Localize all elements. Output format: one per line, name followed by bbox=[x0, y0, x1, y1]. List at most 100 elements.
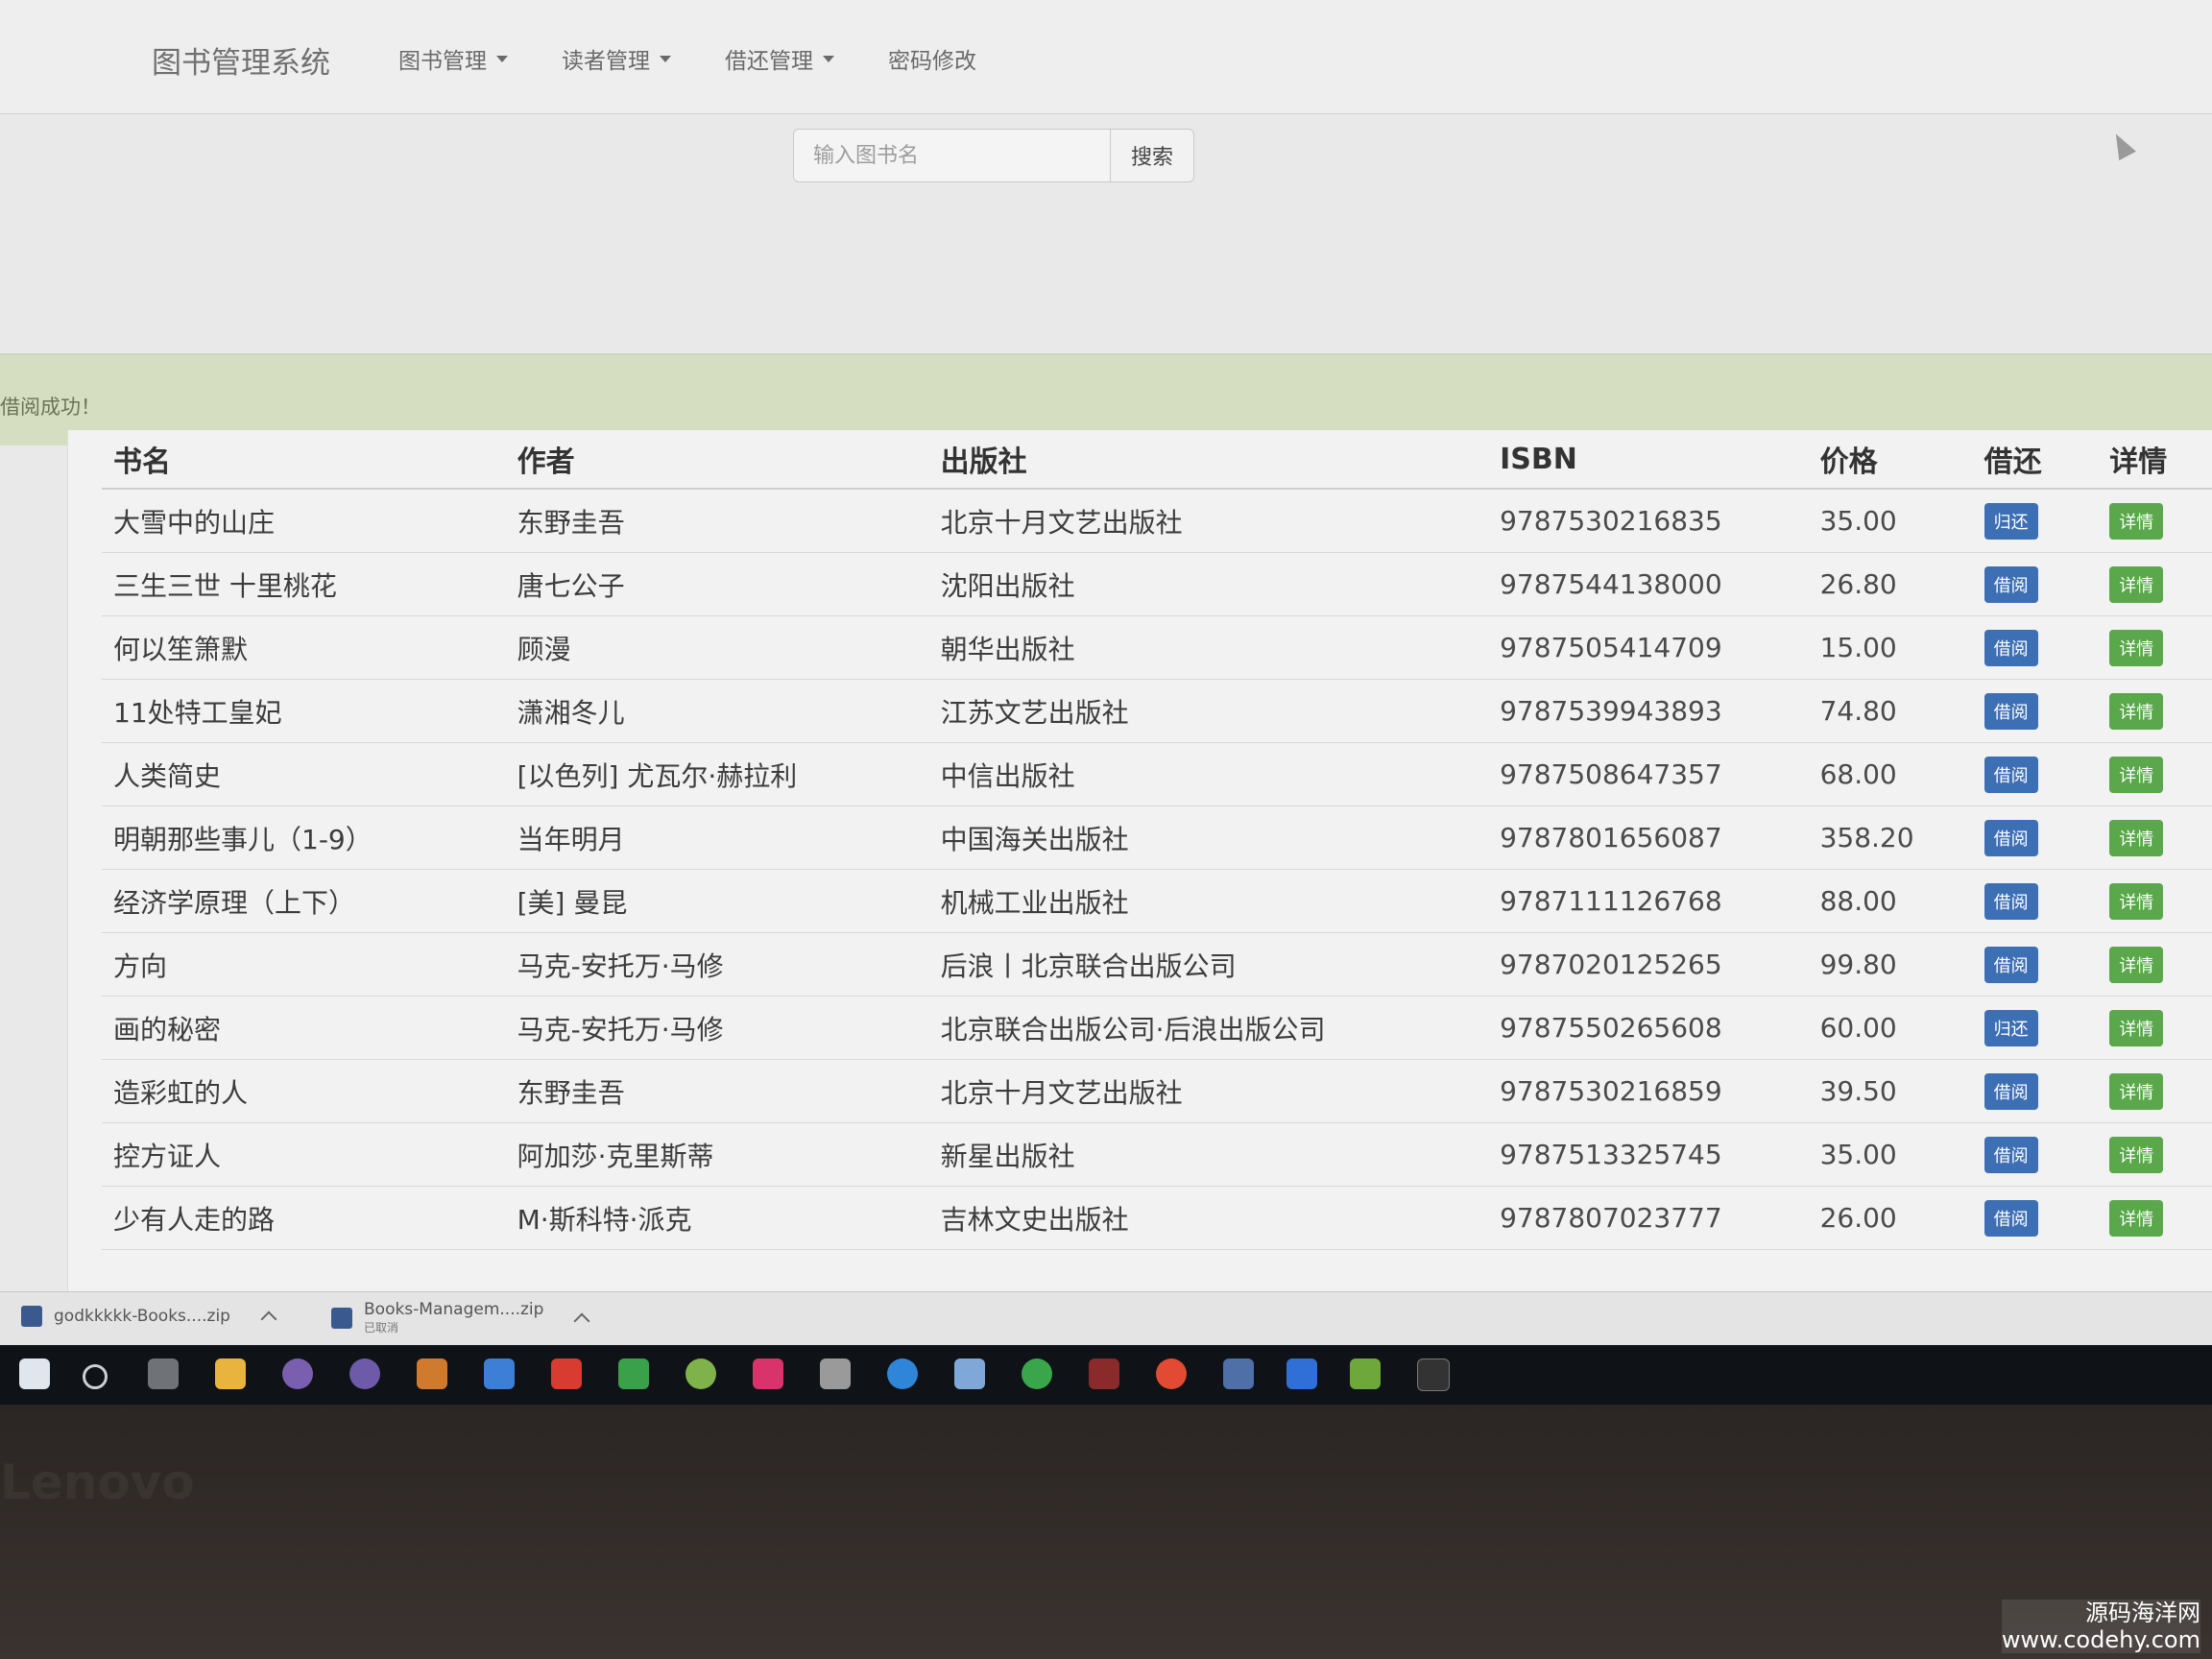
detail-button[interactable]: 详情 bbox=[2109, 1199, 2164, 1237]
detail-button[interactable]: 详情 bbox=[2109, 946, 2164, 983]
borrow-button[interactable]: 借阅 bbox=[1984, 819, 2038, 856]
borrow-button[interactable]: 借阅 bbox=[1984, 882, 2038, 920]
chevron-up-icon[interactable] bbox=[573, 1312, 590, 1329]
notepad-icon[interactable] bbox=[1350, 1358, 1381, 1389]
hbuilderx-icon[interactable] bbox=[618, 1358, 649, 1389]
eclipse-icon[interactable] bbox=[282, 1358, 313, 1389]
detail-button[interactable]: 详情 bbox=[2109, 1136, 2164, 1173]
task-view-icon[interactable] bbox=[148, 1358, 179, 1389]
col-header-isbn: ISBN bbox=[1488, 430, 1809, 490]
terminal-icon[interactable] bbox=[1417, 1358, 1450, 1391]
borrow-button[interactable]: 借阅 bbox=[1984, 946, 2038, 983]
table-header-row: 书名 作者 出版社 ISBN 价格 借还 详情 bbox=[102, 430, 2212, 490]
borrow-button[interactable]: 借阅 bbox=[1984, 692, 2038, 730]
chevron-up-icon[interactable] bbox=[260, 1310, 277, 1328]
cell-detail: 详情 bbox=[2098, 869, 2212, 933]
cell-price: 68.00 bbox=[1808, 742, 1973, 806]
app-icon[interactable] bbox=[1022, 1358, 1052, 1389]
cell-isbn: 9787544138000 bbox=[1488, 552, 1809, 616]
detail-button[interactable]: 详情 bbox=[2109, 819, 2164, 856]
windows-start-icon[interactable] bbox=[19, 1358, 50, 1389]
nav-reader-management[interactable]: 读者管理 bbox=[562, 42, 671, 75]
caret-down-icon bbox=[496, 55, 508, 62]
cell-isbn: 9787505414709 bbox=[1488, 615, 1809, 680]
cell-action: 借阅 bbox=[1972, 615, 2099, 680]
detail-button[interactable]: 详情 bbox=[2109, 629, 2164, 666]
cell-author: 东野圭吾 bbox=[505, 1059, 929, 1123]
caret-down-icon bbox=[660, 55, 671, 62]
book-table: 书名 作者 出版社 ISBN 价格 借还 详情 大雪中的山庄 东野圭吾 北京十月… bbox=[102, 430, 2212, 1250]
book-table-body: 大雪中的山庄 东野圭吾 北京十月文艺出版社 9787530216835 35.0… bbox=[102, 489, 2212, 1250]
cell-isbn: 9787513325745 bbox=[1488, 1122, 1809, 1187]
intellij-icon[interactable] bbox=[753, 1358, 783, 1389]
nav-book-management[interactable]: 图书管理 bbox=[398, 42, 508, 75]
cell-publisher: 北京十月文艺出版社 bbox=[928, 1059, 1489, 1123]
app-icon[interactable] bbox=[417, 1358, 447, 1389]
borrow-button[interactable]: 借阅 bbox=[1984, 756, 2038, 793]
nav-item-label: 读者管理 bbox=[562, 49, 650, 74]
cell-detail: 详情 bbox=[2098, 742, 2212, 806]
android-studio-icon[interactable] bbox=[685, 1358, 716, 1389]
borrow-button[interactable]: 借阅 bbox=[1984, 1199, 2038, 1237]
app-icon[interactable] bbox=[484, 1358, 515, 1389]
cell-publisher: 吉林文史出版社 bbox=[928, 1186, 1489, 1250]
table-row: 大雪中的山庄 东野圭吾 北京十月文艺出版社 9787530216835 35.0… bbox=[102, 489, 2212, 553]
app-icon[interactable] bbox=[820, 1358, 851, 1389]
cell-isbn: 9787530216859 bbox=[1488, 1059, 1809, 1123]
detail-button[interactable]: 详情 bbox=[2109, 502, 2164, 540]
search-button[interactable]: 搜索 bbox=[1110, 129, 1194, 182]
chrome-icon[interactable] bbox=[1156, 1358, 1187, 1389]
wps-icon[interactable] bbox=[1286, 1358, 1317, 1389]
cell-price: 39.50 bbox=[1808, 1059, 1973, 1123]
borrow-button[interactable]: 借阅 bbox=[1984, 565, 2038, 603]
detail-button[interactable]: 详情 bbox=[2109, 1072, 2164, 1110]
download-filename: Books-Managem....zip bbox=[364, 1300, 544, 1319]
borrow-button[interactable]: 借阅 bbox=[1984, 629, 2038, 666]
app-icon[interactable] bbox=[1089, 1358, 1119, 1389]
cell-price: 358.20 bbox=[1808, 805, 1973, 870]
browser-viewport: 图书管理系统 图书管理 读者管理 借还管理 密码修改 搜索 借阅成功！ bbox=[0, 0, 2212, 1291]
file-explorer-icon[interactable] bbox=[215, 1358, 246, 1389]
cell-price: 26.00 bbox=[1808, 1186, 1973, 1250]
download-item[interactable]: godkkkkk-Books....zip bbox=[21, 1306, 277, 1328]
col-header-action: 借还 bbox=[1972, 430, 2099, 490]
download-item[interactable]: Books-Managem....zip 已取消 bbox=[331, 1300, 590, 1335]
table-row: 11处特工皇妃 潇湘冬儿 江苏文艺出版社 9787539943893 74.80… bbox=[102, 679, 2212, 743]
col-header-publisher: 出版社 bbox=[928, 430, 1489, 490]
return-button[interactable]: 归还 bbox=[1984, 502, 2038, 540]
browser-icon[interactable] bbox=[887, 1358, 918, 1389]
table-row: 画的秘密 马克-安托万·马修 北京联合出版公司·后浪出版公司 978755026… bbox=[102, 996, 2212, 1060]
app-icon[interactable] bbox=[954, 1358, 985, 1389]
detail-button[interactable]: 详情 bbox=[2109, 882, 2164, 920]
cell-publisher: 中国海关出版社 bbox=[928, 805, 1489, 870]
borrow-button[interactable]: 借阅 bbox=[1984, 1072, 2038, 1110]
download-status: 已取消 bbox=[364, 1321, 399, 1334]
search-input[interactable] bbox=[793, 129, 1110, 182]
archive-file-icon bbox=[331, 1307, 352, 1329]
navbar: 图书管理系统 图书管理 读者管理 借还管理 密码修改 bbox=[0, 0, 2212, 114]
cell-action: 归还 bbox=[1972, 489, 2099, 553]
brand-title[interactable]: 图书管理系统 bbox=[152, 38, 330, 82]
search-icon[interactable] bbox=[83, 1364, 108, 1389]
detail-button[interactable]: 详情 bbox=[2109, 756, 2164, 793]
nav-lend-management[interactable]: 借还管理 bbox=[725, 42, 834, 75]
cell-author: [美] 曼昆 bbox=[505, 869, 929, 933]
cell-price: 99.80 bbox=[1808, 932, 1973, 997]
cell-action: 借阅 bbox=[1972, 805, 2099, 870]
cell-price: 26.80 bbox=[1808, 552, 1973, 616]
nav-password-change[interactable]: 密码修改 bbox=[888, 42, 976, 75]
detail-button[interactable]: 详情 bbox=[2109, 1009, 2164, 1046]
cell-author: 马克-安托万·马修 bbox=[505, 932, 929, 997]
mysql-icon[interactable] bbox=[1223, 1358, 1254, 1389]
hbuilder-icon[interactable] bbox=[551, 1358, 582, 1389]
cell-detail: 详情 bbox=[2098, 489, 2212, 553]
borrow-button[interactable]: 借阅 bbox=[1984, 1136, 2038, 1173]
cell-detail: 详情 bbox=[2098, 1122, 2212, 1187]
cell-title: 何以笙箫默 bbox=[102, 615, 506, 680]
detail-button[interactable]: 详情 bbox=[2109, 692, 2164, 730]
detail-button[interactable]: 详情 bbox=[2109, 565, 2164, 603]
cell-publisher: 北京十月文艺出版社 bbox=[928, 489, 1489, 553]
cell-title: 11处特工皇妃 bbox=[102, 679, 506, 743]
eclipse-alt-icon[interactable] bbox=[349, 1358, 380, 1389]
return-button[interactable]: 归还 bbox=[1984, 1009, 2038, 1046]
